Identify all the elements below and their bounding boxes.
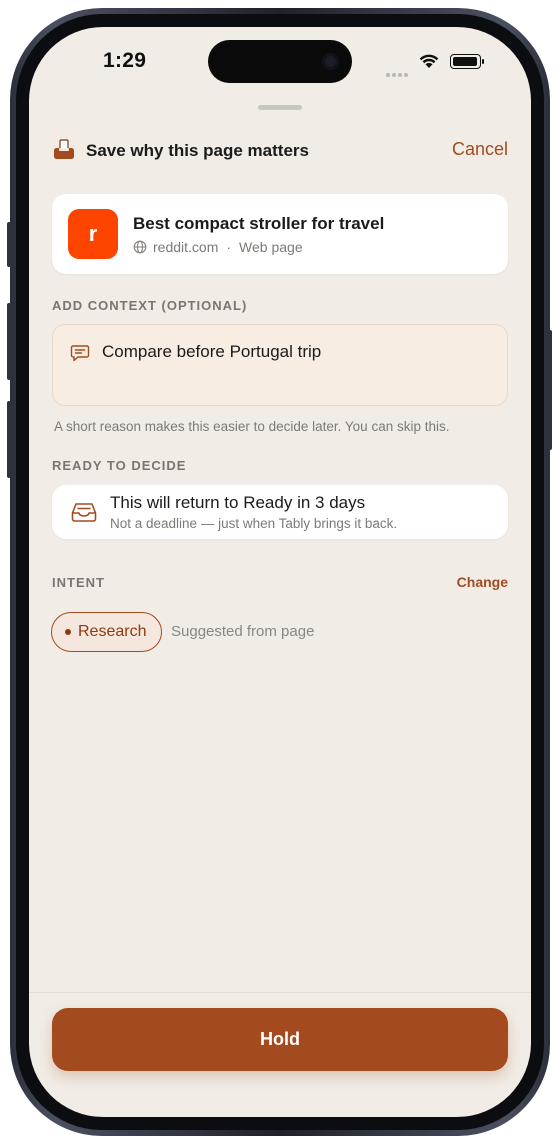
status-time: 1:29 [103, 49, 147, 72]
chip-dot-icon [65, 629, 71, 635]
ready-info-card: This will return to Ready in 3 days Not … [52, 485, 508, 539]
hold-button-label: Hold [260, 1029, 300, 1049]
sheet-grabber[interactable] [258, 105, 302, 110]
context-helper-text: A short reason makes this easier to deci… [54, 419, 450, 434]
cancel-button[interactable]: Cancel [452, 139, 508, 160]
globe-icon [133, 240, 147, 254]
battery-icon [450, 54, 481, 69]
page-type: Web page [239, 239, 303, 255]
wifi-icon [419, 54, 439, 68]
meta-separator: · [226, 239, 232, 255]
power-button [548, 330, 552, 450]
context-section-label: ADD CONTEXT (OPTIONAL) [52, 298, 248, 313]
intent-chip-research[interactable]: Research [51, 612, 162, 652]
battery-tip [482, 59, 484, 64]
ready-subtitle: Not a deadline — just when Tably brings … [110, 516, 398, 531]
cellular-signal-icon [386, 64, 410, 82]
change-intent-button[interactable]: Change [457, 574, 508, 590]
chat-bubble-icon [70, 345, 90, 362]
inbox-tray-icon [71, 503, 97, 522]
tray-with-tab-icon [54, 139, 74, 159]
intent-chip-label: Research [78, 623, 147, 640]
ready-title: This will return to Ready in 3 days [110, 493, 366, 512]
sheet-title: Save why this page matters [86, 141, 309, 160]
status-bar: 1:29 [29, 27, 531, 97]
front-camera-icon [322, 53, 339, 70]
sheet-header: Save why this page matters Cancel [29, 135, 531, 167]
context-input-value: Compare before Portugal trip [102, 342, 322, 361]
page-preview-card: r Best compact stroller for travel reddi… [52, 194, 508, 274]
dynamic-island [208, 40, 352, 83]
page-meta: reddit.com · Web page [153, 239, 303, 255]
intent-section-label: INTENT [52, 575, 105, 590]
context-input[interactable]: Compare before Portugal trip [52, 324, 508, 406]
intent-suggested-note: Suggested from page [171, 623, 315, 640]
action-button [7, 222, 11, 267]
ready-section-label: READY TO DECIDE [52, 458, 187, 473]
volume-down-button [7, 401, 11, 478]
footer-divider [29, 992, 531, 993]
hold-button[interactable]: Hold [52, 1008, 508, 1071]
page-domain: reddit.com [153, 239, 219, 255]
volume-up-button [7, 303, 11, 380]
site-favicon: r [68, 209, 118, 259]
screen: 1:29 Save why this page matters Cancel r… [29, 27, 531, 1117]
page-title: Best compact stroller for travel [133, 214, 385, 233]
